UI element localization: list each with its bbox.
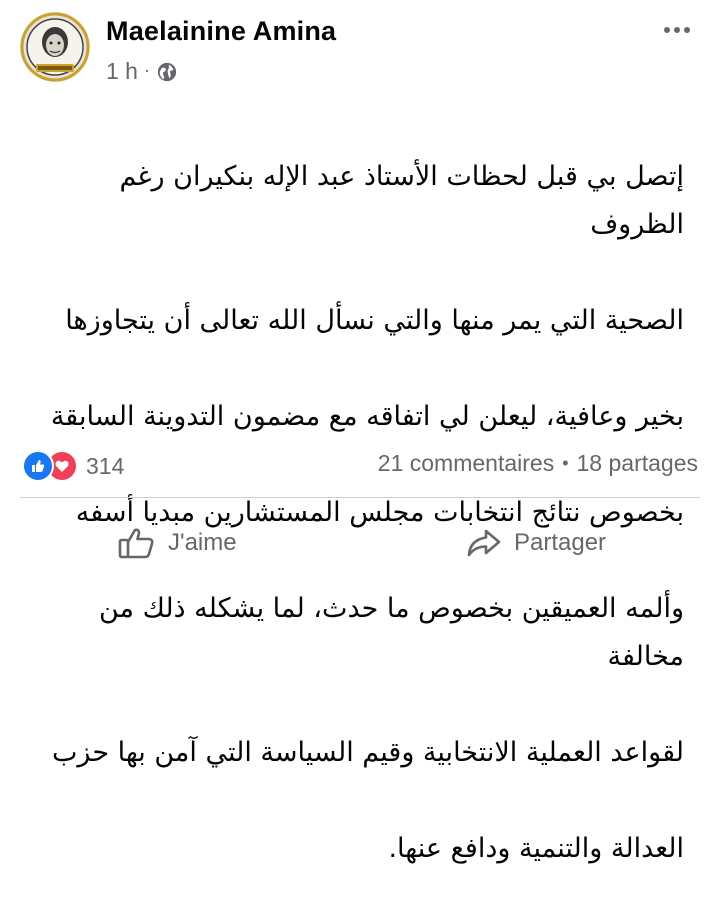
divider <box>20 497 700 498</box>
author-name[interactable]: Maelainine Amina <box>106 16 336 47</box>
reactions-summary[interactable]: 314 <box>22 450 124 482</box>
share-button[interactable]: Partager <box>466 520 606 566</box>
post-text-line: العدالة والتنمية ودافع عنها. <box>388 833 684 864</box>
dot-icon <box>684 27 690 33</box>
stats-separator: • <box>562 453 569 473</box>
reaction-count: 314 <box>86 452 125 479</box>
author-avatar[interactable] <box>20 12 90 82</box>
like-label: J'aime <box>168 529 237 556</box>
comments-count-link[interactable]: 21 commentaires <box>378 450 554 477</box>
post-text-line: بخير وعافية، ليعلن لي اتفاقه مع مضمون ال… <box>50 401 684 432</box>
dot-icon <box>674 27 680 33</box>
post-text: إتصل بي قبل لحظات الأستاذ عبد الإله بنكي… <box>30 105 684 921</box>
post-text-line: الصحية التي يمر منها والتي نسأل الله تعا… <box>65 305 684 336</box>
post-text-line: إتصل بي قبل لحظات الأستاذ عبد الإله بنكي… <box>119 161 684 240</box>
shares-count-link[interactable]: 18 partages <box>577 450 698 477</box>
post-text-line: لقواعد العملية الانتخابية وقيم السياسة ا… <box>52 737 684 768</box>
thumbs-up-icon <box>118 526 156 560</box>
avatar-image <box>20 12 90 82</box>
share-arrow-icon <box>466 528 502 558</box>
like-button[interactable]: J'aime <box>118 520 237 566</box>
like-icon <box>22 450 54 482</box>
post-meta: 1 h · <box>106 58 178 85</box>
share-label: Partager <box>514 529 607 556</box>
globe-icon <box>156 61 178 83</box>
more-options-button[interactable] <box>660 18 694 42</box>
engagement-stats: 21 commentaires • 18 partages <box>378 450 698 477</box>
meta-separator: · <box>143 60 150 80</box>
post-time[interactable]: 1 h <box>106 58 138 85</box>
dot-icon <box>664 27 670 33</box>
post-text-line: وألمه العميقين بخصوص ما حدث، لما يشكله ذ… <box>98 593 684 672</box>
